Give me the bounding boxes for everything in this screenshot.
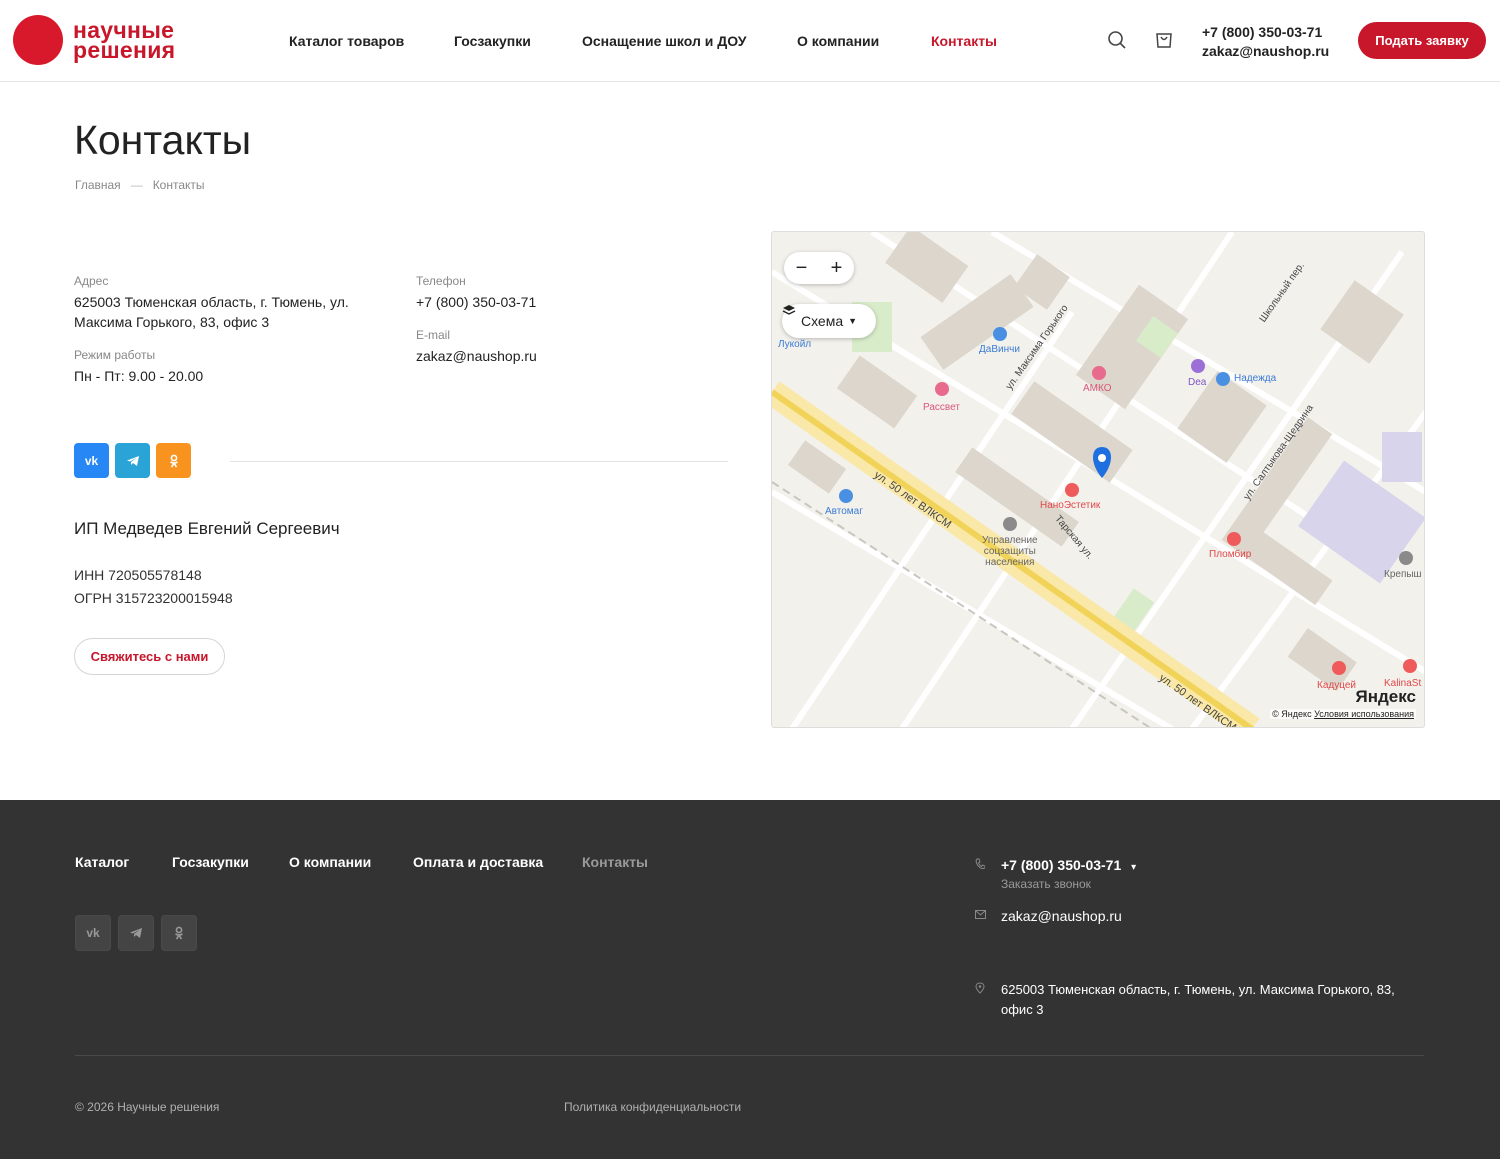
nav-catalog[interactable]: Каталог товаров <box>289 33 404 49</box>
logo-line-2: решения <box>73 37 176 63</box>
chevron-down-icon: ▾ <box>1131 862 1137 873</box>
privacy-policy-link[interactable]: Политика конфиденциальности <box>564 1100 741 1114</box>
chevron-down-icon: ▼ <box>848 316 858 326</box>
footer-phone[interactable]: +7 (800) 350-03-71 ▾ <box>1001 857 1136 873</box>
map-label-davinchi: ДаВинчи <box>979 344 1020 355</box>
address-line-2: Максима Горького, 83, офис 3 <box>74 314 270 330</box>
map-copyright-text: © Яндекс <box>1272 709 1312 719</box>
nav-contacts[interactable]: Контакты <box>931 33 997 49</box>
ogrn: ОГРН 315723200015948 <box>74 590 233 606</box>
nav-schools[interactable]: Оснащение школ и ДОУ <box>582 33 746 49</box>
map-label-rassvet: Рассвет <box>923 402 960 413</box>
zoom-in-button[interactable]: + <box>831 257 843 280</box>
inn: ИНН 720505578148 <box>74 567 202 583</box>
header-phone[interactable]: +7 (800) 350-03-71 <box>1202 23 1329 42</box>
vk-button[interactable]: vk <box>74 443 109 478</box>
callback-link[interactable]: Заказать звонок <box>1001 877 1091 891</box>
address-label: Адрес <box>74 274 109 288</box>
address-line-1: 625003 Тюменская область, г. Тюмень, ул. <box>74 294 349 310</box>
hours-label: Режим работы <box>74 348 156 362</box>
breadcrumb-current: Контакты <box>152 178 205 192</box>
footer-nav-payment[interactable]: Оплата и доставка <box>413 854 543 870</box>
phone-icon <box>975 858 986 870</box>
site-footer: Каталог Госзакупки О компании Оплата и д… <box>0 800 1500 1159</box>
footer-divider <box>75 1055 1424 1056</box>
map-terms-link[interactable]: Условия использования <box>1314 709 1414 719</box>
footer-address: 625003 Тюменская область, г. Тюмень, ул.… <box>1001 982 1395 1017</box>
footer-vk-button[interactable]: vk <box>75 915 111 951</box>
breadcrumb-separator: — <box>130 178 143 192</box>
map-label-uszn: Управление соцзащиты населения <box>982 535 1038 568</box>
page-title: Контакты <box>74 117 252 163</box>
header-contacts: +7 (800) 350-03-71 zakaz@naushop.ru <box>1202 23 1329 61</box>
footer-phone-number: +7 (800) 350-03-71 <box>1001 857 1122 873</box>
map-canvas[interactable] <box>772 232 1425 728</box>
search-icon[interactable] <box>1107 30 1127 50</box>
footer-nav-goszakupki[interactable]: Госзакупки <box>172 854 249 870</box>
vk-icon: vk <box>86 926 100 940</box>
ok-button[interactable] <box>156 443 191 478</box>
email-value[interactable]: zakaz@naushop.ru <box>416 346 537 366</box>
footer-nav-contacts[interactable]: Контакты <box>582 854 648 870</box>
map-label-nadezhda: Надежда <box>1234 373 1277 384</box>
hours-value: Пн - Пт: 9.00 - 20.00 <box>74 368 204 384</box>
submit-request-button[interactable]: Подать заявку <box>1358 22 1486 59</box>
nav-goszakupki[interactable]: Госзакупки <box>454 33 531 49</box>
phone-label: Телефон <box>416 274 466 288</box>
footer-nav-about[interactable]: О компании <box>289 854 371 870</box>
ok-icon <box>169 454 178 467</box>
nav-about[interactable]: О компании <box>797 33 879 49</box>
layers-icon <box>782 305 796 315</box>
email-label: E-mail <box>416 328 451 342</box>
map-copyright: © Яндекс Условия использования <box>1270 709 1416 719</box>
breadcrumb: Главная — Контакты <box>75 178 205 192</box>
telegram-button[interactable] <box>115 443 150 478</box>
header-email[interactable]: zakaz@naushop.ru <box>1202 42 1329 61</box>
company-name: ИП Медведев Евгений Сергеевич <box>74 519 340 538</box>
divider <box>230 461 728 462</box>
map-label-lukoil: Лукойл <box>778 339 812 350</box>
map-layer-button[interactable]: Схема ▼ <box>782 304 876 338</box>
ok-icon <box>175 926 183 940</box>
location-pin-icon <box>975 982 985 994</box>
telegram-icon <box>126 455 139 466</box>
footer-email[interactable]: zakaz@naushop.ru <box>1001 908 1122 924</box>
map-label-nanoestetik: НаноЭстетик <box>1040 500 1101 511</box>
yandex-logo: Яндекс <box>1355 687 1416 706</box>
map-label-uszn-2: соцзащиты <box>983 546 1036 557</box>
cart-icon[interactable] <box>1154 30 1174 50</box>
address-value: 625003 Тюменская область, г. Тюмень, ул.… <box>74 292 349 332</box>
vk-icon: vk <box>84 453 99 468</box>
map-layer-label: Схема <box>800 313 844 329</box>
mail-icon <box>975 910 986 922</box>
map-label-avtomag: Автомаг <box>825 506 863 517</box>
contact-us-button[interactable]: Свяжитесь с нами <box>74 638 225 675</box>
site-header: научные решения Каталог товаров Госзакуп… <box>0 0 1500 82</box>
map-label-amko: АМКО <box>1083 383 1112 394</box>
map-label-plombir: Пломбир <box>1209 549 1252 560</box>
footer-ok-button[interactable] <box>161 915 197 951</box>
map-zoom-control: − + <box>784 252 854 284</box>
logo[interactable]: научные решения <box>13 15 175 65</box>
zoom-out-button[interactable]: − <box>796 257 808 280</box>
map-label-dea: Dea <box>1188 377 1207 388</box>
footer-nav-catalog[interactable]: Каталог <box>75 854 129 870</box>
footer-copyright: © 2026 Научные решения <box>75 1100 220 1114</box>
logo-text: научные решения <box>73 19 176 63</box>
map-label-kaduceus: Кадуцей <box>1317 680 1356 691</box>
footer-telegram-button[interactable] <box>118 915 154 951</box>
breadcrumb-home[interactable]: Главная <box>75 178 121 192</box>
map-label-krepysh: Крепыш <box>1384 569 1422 580</box>
yandex-map[interactable]: − + Схема ▼ ДаВинчи Рассвет АМКО Dea Над… <box>771 231 1425 728</box>
map-label-uszn-3: населения <box>985 557 1035 568</box>
phone-value[interactable]: +7 (800) 350-03-71 <box>416 292 536 312</box>
logo-mark <box>13 15 63 65</box>
telegram-icon <box>130 928 142 938</box>
map-label-uszn-1: Управление <box>982 535 1038 546</box>
